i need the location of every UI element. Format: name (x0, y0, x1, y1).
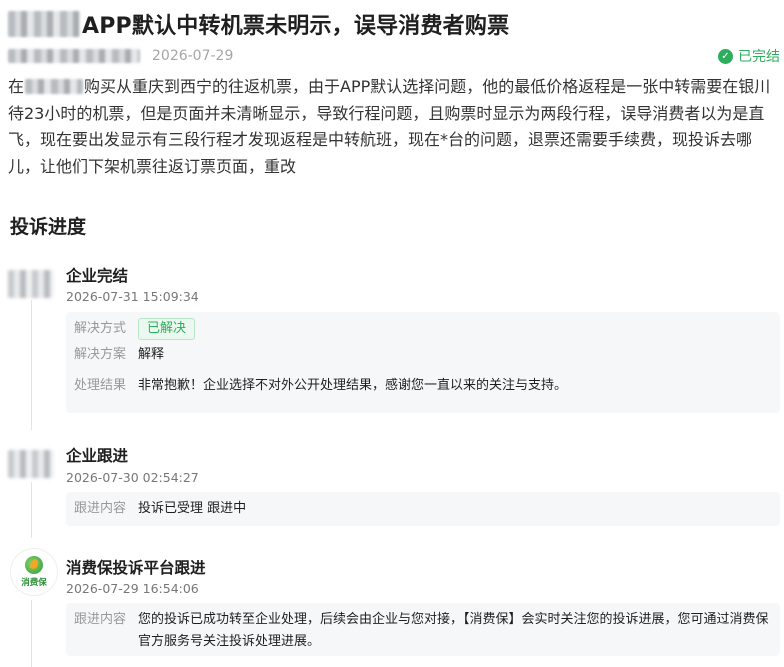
timeline-entry-card: 解决方式 已解决 解决方案 解释 处理结果 非常抱歉！企业选择不对外公开处理结果… (66, 312, 780, 413)
timeline-entry-time: 2026-07-31 15:09:34 (66, 289, 199, 304)
enterprise-avatar (8, 270, 54, 298)
blurred-user-name-inline (25, 79, 84, 94)
timeline-entry-title: 消费保投诉平台跟进 (66, 559, 206, 577)
description-text-start: 在 (8, 77, 25, 96)
resolution-tag: 已解决 (138, 318, 196, 340)
timeline-connector (31, 600, 32, 667)
detail-row: 处理结果 非常抱歉！企业选择不对外公开处理结果，感谢您一直以来的关注与支持。 (74, 371, 772, 397)
enterprise-avatar (8, 450, 54, 478)
description-text: 购买从重庆到西宁的往返机票，由于APP默认选择问题，他的最低价格返程是一张中转需… (8, 77, 771, 176)
logo-text: 消费保 (21, 578, 47, 588)
timeline-entry-title: 企业跟进 (66, 447, 129, 465)
complaint-date: 2026-07-29 (152, 48, 234, 64)
timeline-entry-time: 2026-07-29 16:54:06 (66, 581, 199, 596)
complaint-title-row: APP默认中转机票未明示，误导消费者购票 (8, 8, 509, 40)
detail-label: 跟进内容 (74, 501, 127, 516)
detail-row: 跟进内容 投诉已受理 跟进中 (74, 498, 772, 520)
complaint-description: 在购买从重庆到西宁的往返机票，由于APP默认选择问题，他的最低价格返程是一张中转… (8, 74, 780, 180)
timeline-entry-title: 企业完结 (66, 267, 129, 285)
detail-value: 非常抱歉！企业选择不对外公开处理结果，感谢您一直以来的关注与支持。 (138, 378, 568, 393)
timeline-entry-card: 跟进内容 您的投诉已成功转至企业处理，后续会由企业与您对接，【消费保】会实时关注… (66, 603, 780, 656)
detail-row: 解决方式 已解决 (74, 318, 772, 340)
detail-row: 解决方案 解释 (74, 340, 772, 371)
detail-value: 您的投诉已成功转至企业处理，后续会由企业与您对接，【消费保】会实时关注您的投诉进… (138, 612, 769, 649)
detail-row: 跟进内容 您的投诉已成功转至企业处理，后续会由企业与您对接，【消费保】会实时关注… (74, 609, 772, 653)
blurred-meta-info (8, 49, 140, 63)
timeline-connector (31, 300, 32, 430)
blurred-user-name (8, 11, 80, 37)
timeline-entry-card: 跟进内容 投诉已受理 跟进中 (66, 492, 780, 526)
progress-section-title: 投诉进度 (10, 216, 87, 238)
detail-label: 处理结果 (74, 378, 127, 393)
detail-label: 解决方式 (74, 321, 127, 336)
detail-label: 跟进内容 (74, 612, 127, 627)
complaint-meta: 2026-07-29 (8, 44, 233, 68)
detail-value: 解释 (138, 347, 165, 362)
detail-value: 投诉已受理 跟进中 (138, 501, 247, 516)
leaf-logo-icon (25, 556, 43, 574)
check-circle-icon: ✓ (718, 48, 733, 64)
timeline-entry-time: 2026-07-30 02:54:27 (66, 470, 199, 485)
platform-logo: 消费保 (10, 548, 58, 596)
timeline-connector (31, 482, 32, 538)
detail-label: 解决方案 (74, 347, 127, 362)
status-label: 已完结 (738, 49, 780, 65)
status-badge: ✓ 已完结 (718, 46, 780, 66)
complaint-title: APP默认中转机票未明示，误导消费者购票 (82, 14, 510, 39)
